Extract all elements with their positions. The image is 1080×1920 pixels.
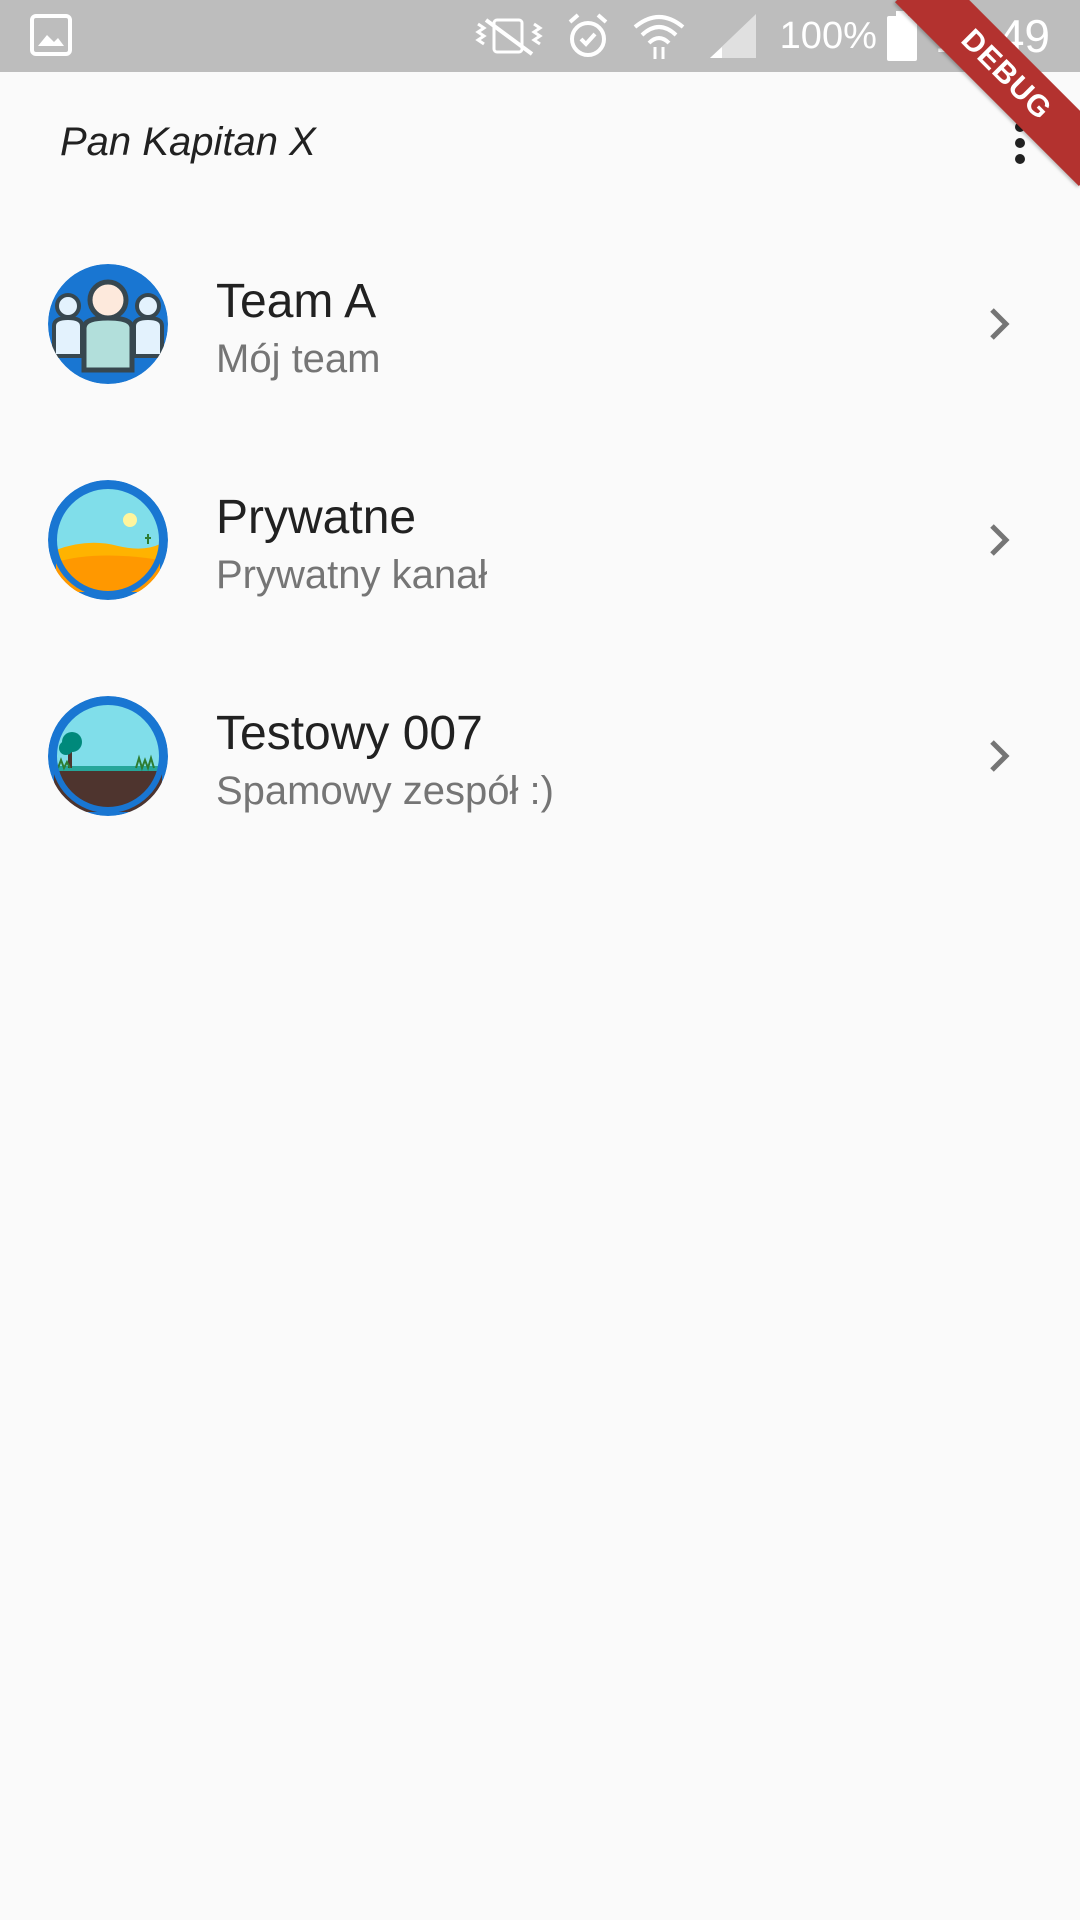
chevron-right-icon [990,308,1010,340]
chevron-right-icon [990,740,1010,772]
team-name: Testowy 007 [216,707,483,760]
mute-vibrate-icon [474,18,543,56]
chevron-right-icon [990,524,1010,556]
app-bar: Pan Kapitan X [0,72,1080,214]
list-item-prywatne[interactable]: Prywatne Prywatny kanał [0,432,1080,648]
team-description: Mój team [216,337,381,381]
signal-icon [709,14,756,58]
people-avatar-icon [48,264,168,384]
wifi-icon [633,15,684,59]
gallery-icon [30,14,72,56]
team-description: Spamowy zespół :) [216,769,554,813]
team-list: Team A Mój team Prywatne Prywatny kanał [0,216,1080,864]
list-item-testowy-007[interactable]: Testowy 007 Spamowy zespół :) [0,648,1080,864]
alarm-icon [568,13,607,57]
desert-avatar-icon [48,480,168,600]
team-name: Prywatne [216,491,417,544]
list-item-team-a[interactable]: Team A Mój team [0,216,1080,432]
landscape-avatar-icon [48,696,168,816]
team-description: Prywatny kanał [216,553,488,597]
team-name: Team A [216,275,377,328]
battery-percent: 100% [779,14,877,57]
page-title: Pan Kapitan X [60,120,316,164]
